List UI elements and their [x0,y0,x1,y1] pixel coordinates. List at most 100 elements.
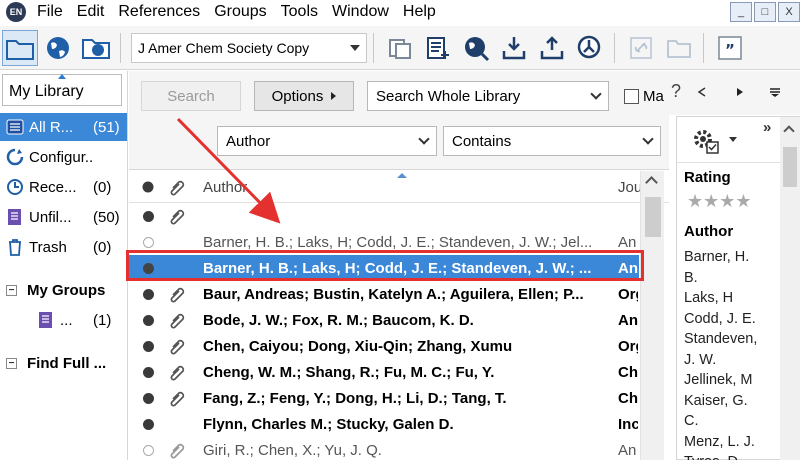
all-references-icon [5,118,25,136]
pane-menu-icon[interactable] [769,88,781,98]
reference-row[interactable]: Barner, H. B.; Laks, H; Codd, J. E.; Sta… [129,229,639,255]
collapse-icon[interactable]: − [6,284,17,296]
help-icon[interactable]: ? [671,81,681,102]
checkbox-box[interactable] [624,89,639,104]
online-search-icon [47,36,69,59]
collapse-icon[interactable]: − [6,357,17,369]
unread-dot-icon[interactable] [143,289,154,300]
my-library-tab[interactable]: My Library [2,74,122,106]
scrollbar-thumb[interactable] [645,197,661,237]
search-button[interactable]: Search [141,81,241,111]
menu-edit[interactable]: Edit [70,0,112,24]
chevron-down-icon [418,133,430,145]
menu-tools[interactable]: Tools [274,0,325,24]
new-reference-button[interactable] [420,30,456,66]
integrated-library-button[interactable] [78,30,114,66]
copy-formatted-button[interactable] [382,30,418,66]
attachment-column-icon[interactable] [167,177,187,197]
reference-row[interactable]: Fang, Z.; Feng, Y.; Dong, H.; Li, D.; Ta… [129,385,639,411]
read-dot-icon[interactable] [143,445,154,456]
local-library-button[interactable] [2,29,38,66]
online-search-mode-button[interactable] [40,30,76,66]
menu-file[interactable]: File [30,0,70,24]
settings-gear-icon[interactable] [691,127,721,155]
insert-citation-button[interactable]: ” [712,30,748,66]
unread-dot-icon[interactable] [143,341,154,352]
reference-row[interactable] [129,203,639,229]
copy-formatted-icon [389,38,411,59]
reference-list-scrollbar[interactable] [640,171,664,460]
reference-row-selected[interactable]: Barner, H. B.; Laks, H; Codd, J. E.; Sta… [129,255,639,281]
group-all-references[interactable]: All R... (51) [0,113,127,141]
group-trash[interactable]: Trash (0) [0,233,127,261]
paperclip-icon [170,339,185,355]
next-icon[interactable] [735,87,745,97]
find-full-text-section[interactable]: − Find Full ... [0,349,127,377]
export-icon [540,35,564,59]
reference-row[interactable]: Chen, Caiyou; Dong, Xiu-Qin; Zhang, Xumu… [129,333,639,359]
author-label: Author [684,223,734,240]
unread-dot-icon[interactable] [143,263,154,274]
preview-nav-bar: ? [669,71,800,115]
search-scope-value: Search Whole Library [376,87,521,105]
import-button[interactable] [496,30,532,66]
options-button[interactable]: Options [254,81,354,111]
group-recently-added[interactable]: Rece... (0) [0,173,127,201]
export-button[interactable] [534,30,570,66]
unread-dot-icon[interactable] [143,315,154,326]
reference-panel: » Rating ★★★★ Author Barner, H. B. Laks,… [676,116,800,460]
read-status-column-icon[interactable] [142,181,154,193]
find-full-text-icon [577,35,601,58]
find-full-text-button[interactable] [572,30,608,66]
caret-right-icon [331,92,337,100]
chevron-down-icon[interactable] [729,137,737,142]
unread-dot-icon[interactable] [143,211,154,222]
menu-window[interactable]: Window [325,0,396,24]
menu-references[interactable]: References [111,0,207,24]
open-file-button[interactable] [661,30,697,66]
reference-panel-scrollbar[interactable] [780,117,800,460]
close-button[interactable]: X [778,2,800,22]
scrollbar-thumb[interactable] [783,147,797,187]
menu-help[interactable]: Help [396,0,443,24]
match-case-checkbox[interactable]: Ma [624,88,664,105]
previous-icon[interactable] [697,87,707,97]
scroll-up-icon[interactable] [645,176,658,189]
endnote-app-icon[interactable]: EN [6,2,26,22]
group-unfiled[interactable]: Unfil... (50) [0,203,127,231]
author-column-header[interactable]: Author [203,179,247,196]
star-icons[interactable]: ★★★★ [687,191,752,212]
my-groups-section[interactable]: − My Groups [0,276,127,304]
search-operator-select[interactable]: Contains [443,126,661,156]
group-configure-sync[interactable]: Configur... [0,143,127,171]
reference-row[interactable]: Giri, R.; Chen, X.; Yu, J. Q. An [129,437,639,460]
unread-dot-icon[interactable] [143,419,154,430]
my-library-label: My Library [9,83,84,100]
paperclip-icon [170,365,185,381]
author-field[interactable]: Barner, H. B. Laks, H Codd, J. E. Stande… [684,247,774,460]
author-line: Tyras, D. [684,452,774,460]
online-search-button[interactable] [458,30,494,66]
my-groups-item[interactable]: ... (1) [0,306,127,334]
unread-dot-icon[interactable] [143,393,154,404]
reference-row[interactable]: Flynn, Charles M.; Stucky, Galen D. Inc [129,411,639,437]
restore-button[interactable]: □ [754,2,776,22]
scroll-up-icon[interactable] [783,125,795,137]
search-scope-select[interactable]: Search Whole Library [367,81,609,111]
minimize-button[interactable]: _ [730,2,752,22]
more-options-icon[interactable]: » [763,119,771,136]
search-field-select[interactable]: Author [217,126,437,156]
menu-groups[interactable]: Groups [207,0,273,24]
reference-row[interactable]: Baur, Andreas; Bustin, Katelyn A.; Aguil… [129,281,639,307]
reference-row[interactable]: Bode, J. W.; Fox, R. M.; Baucom, K. D. A… [129,307,639,333]
reference-row[interactable]: Cheng, W. M.; Shang, R.; Fu, M. C.; Fu, … [129,359,639,385]
output-style-select[interactable]: J Amer Chem Society Copy [131,32,367,63]
read-dot-icon[interactable] [143,237,154,248]
journal-column-header[interactable]: Jou [618,179,642,196]
open-link-button[interactable] [623,30,659,66]
paperclip-icon [170,313,185,329]
rating-stars[interactable]: ★★★★ [687,191,752,212]
reference-author: Bode, J. W.; Fox, R. M.; Baucom, K. D. [203,312,474,329]
configure-sync-icon [5,148,25,166]
unread-dot-icon[interactable] [143,367,154,378]
